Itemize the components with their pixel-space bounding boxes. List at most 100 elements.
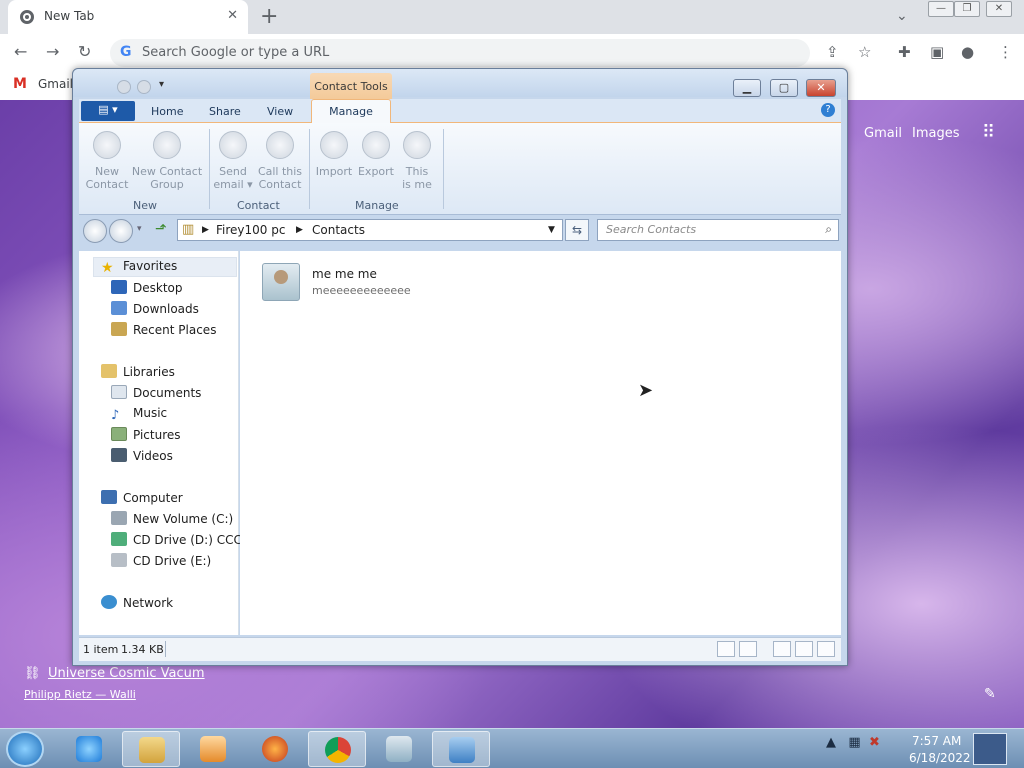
clock-date[interactable]: 6/18/2022 [909, 751, 971, 765]
tab-home[interactable]: Home [151, 105, 183, 118]
extensions-icon[interactable]: ✚ [898, 43, 911, 61]
clock-time[interactable]: 7:57 AM [912, 734, 961, 748]
menu-icon[interactable]: ⋮ [998, 43, 1013, 61]
layout-view-icon[interactable] [773, 641, 791, 657]
customize-pencil-icon[interactable]: ✎ [984, 686, 996, 702]
contacts-folder-icon: ▥ [182, 222, 195, 237]
breadcrumb-root[interactable]: Firey100 pc [216, 223, 285, 237]
quick-access-icon[interactable] [137, 80, 151, 94]
status-item-count: 1 item [83, 643, 119, 656]
export-icon [362, 131, 390, 159]
show-desktop-button[interactable] [973, 733, 1007, 765]
breadcrumb-arrow-icon[interactable]: ▶ [202, 225, 209, 235]
file-menu-button[interactable]: ▤ ▾ [81, 101, 135, 121]
taskbar-internet-explorer[interactable] [60, 731, 118, 767]
desktop-icon [111, 280, 127, 294]
nav-recent-places[interactable]: Recent Places [111, 322, 216, 342]
send-email-button[interactable]: Send email ▾ [213, 129, 253, 191]
tab-new-tab[interactable]: New Tab ✕ [8, 0, 248, 34]
search-icon[interactable]: ⌕ [825, 222, 832, 237]
search-contacts-input[interactable]: Search Contacts ⌕ [597, 219, 839, 241]
tab-view[interactable]: View [267, 105, 293, 118]
ntp-gmail-link[interactable]: Gmail [864, 126, 902, 141]
close-window-button[interactable]: ✕ [806, 79, 836, 97]
breadcrumb-contacts[interactable]: Contacts [312, 223, 365, 237]
close-tab-icon[interactable]: ✕ [227, 8, 238, 23]
tab-manage[interactable]: Manage [311, 99, 391, 124]
details-pane-icon[interactable] [817, 641, 835, 657]
call-contact-button[interactable]: Call this Contact [255, 129, 305, 191]
address-bar[interactable]: ▥ ▶ Firey100 pc ▶ Contacts ▼ [177, 219, 563, 241]
address-dropdown-icon[interactable]: ▼ [548, 225, 555, 235]
share-icon[interactable]: ⇪ [826, 43, 839, 61]
wallpaper-title-link[interactable]: Universe Cosmic Vacum [48, 666, 205, 681]
forward-nav-icon[interactable] [109, 219, 133, 243]
breadcrumb-arrow-icon[interactable]: ▶ [296, 225, 303, 235]
contacts-app-icon [386, 736, 412, 762]
omnibox[interactable]: G Search Google or type a URL [110, 39, 810, 67]
quick-access-icon[interactable] [117, 80, 131, 94]
taskbar-contacts-app[interactable] [370, 731, 428, 767]
refresh-icon[interactable]: ⇆ [565, 219, 589, 241]
tiles-view-icon[interactable] [739, 641, 757, 657]
taskbar-control-panel[interactable] [432, 731, 490, 767]
import-button[interactable]: Import [313, 129, 355, 178]
nav-volume-c[interactable]: New Volume (C:) [111, 511, 233, 531]
back-icon[interactable]: ← [14, 42, 27, 61]
maximize-window-button[interactable]: ▢ [770, 79, 798, 97]
nav-computer[interactable]: Computer [101, 490, 183, 510]
nav-cd-drive-e[interactable]: CD Drive (E:) [111, 553, 211, 573]
help-icon[interactable]: ? [821, 103, 835, 117]
taskbar-file-explorer[interactable] [122, 731, 180, 767]
nav-favorites[interactable]: ★ Favorites [101, 259, 177, 279]
this-is-me-button[interactable]: This is me [397, 129, 437, 191]
contact-avatar-icon [262, 263, 300, 301]
new-contact-group-button[interactable]: New Contact Group [131, 129, 203, 191]
recent-pages-dropdown-icon[interactable]: ▾ [137, 224, 142, 234]
side-panel-icon[interactable]: ▣ [930, 43, 944, 61]
bookmark-star-icon[interactable]: ☆ [858, 43, 871, 61]
tab-title: New Tab [44, 9, 95, 23]
up-folder-icon[interactable]: ⬏ [155, 221, 167, 237]
cd-drive-icon [111, 553, 127, 567]
new-tab-button[interactable]: + [260, 4, 278, 29]
restore-browser-button[interactable]: ❐ [954, 1, 980, 17]
import-icon [320, 131, 348, 159]
tab-search-icon[interactable]: ⌄ [896, 8, 908, 24]
apps-grid-icon[interactable]: ⠿ [982, 122, 995, 143]
start-button[interactable] [6, 731, 44, 767]
preview-pane-icon[interactable] [795, 641, 813, 657]
taskbar-firefox[interactable] [246, 731, 304, 767]
tab-strip: New Tab ✕ + ⌄ — ❐ ✕ [0, 0, 1024, 34]
close-browser-button[interactable]: ✕ [986, 1, 1012, 17]
wallpaper-credit-link[interactable]: Philipp Rietz — Walli [24, 688, 136, 701]
navigation-pane: ★ Favorites Desktop Downloads Recent Plac… [79, 251, 255, 635]
forward-icon[interactable]: → [46, 42, 59, 61]
nav-documents[interactable]: Documents [111, 385, 201, 405]
nav-cd-drive-d[interactable]: CD Drive (D:) CCCOI [111, 532, 255, 552]
new-contact-button[interactable]: New Contact [85, 129, 129, 191]
nav-network[interactable]: Network [101, 595, 173, 615]
volume-muted-icon[interactable]: ✖ [869, 735, 880, 750]
nav-desktop[interactable]: Desktop [111, 280, 183, 300]
reload-icon[interactable]: ↻ [78, 42, 91, 61]
nav-pictures[interactable]: Pictures [111, 427, 181, 447]
nav-videos[interactable]: Videos [111, 448, 173, 468]
details-view-icon[interactable] [717, 641, 735, 657]
back-nav-icon[interactable] [83, 219, 107, 243]
quick-access-dropdown-icon[interactable]: ▾ [159, 79, 164, 90]
taskbar-chrome[interactable] [308, 731, 366, 767]
nav-downloads[interactable]: Downloads [111, 301, 199, 321]
show-hidden-icons-icon[interactable]: ▲ [826, 735, 836, 750]
tab-share[interactable]: Share [209, 105, 241, 118]
profile-icon[interactable]: ● [961, 43, 974, 61]
nav-music[interactable]: ♪ Music [111, 406, 167, 426]
minimize-browser-button[interactable]: — [928, 1, 954, 17]
ntp-images-link[interactable]: Images [912, 126, 960, 141]
taskbar-media-player[interactable] [184, 731, 242, 767]
network-tray-icon[interactable]: ▦ [848, 735, 860, 750]
minimize-window-button[interactable]: ▁ [733, 79, 761, 97]
bookmark-gmail[interactable]: Gmail [38, 77, 73, 91]
export-button[interactable]: Export [355, 129, 397, 178]
nav-libraries[interactable]: Libraries [101, 364, 175, 384]
